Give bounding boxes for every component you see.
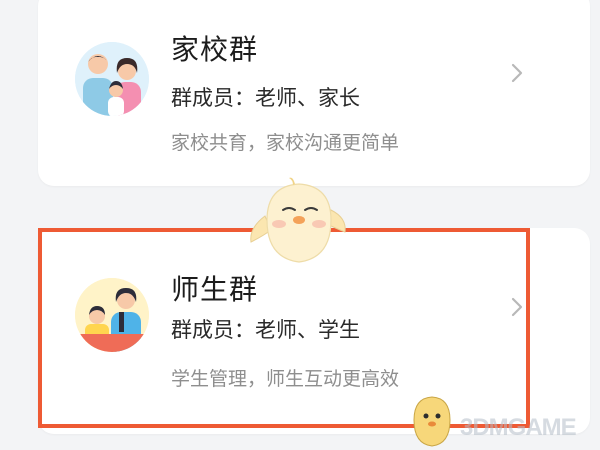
group-members: 群成员：老师、家长	[171, 86, 360, 110]
teacher-student-illustration-icon	[75, 278, 149, 352]
group-description: 学生管理，师生互动更高效	[171, 368, 400, 390]
chevron-right-icon	[511, 297, 523, 317]
chevron-right-icon	[511, 63, 523, 83]
family-illustration-icon	[75, 42, 149, 116]
chick-mascot-icon	[413, 396, 451, 447]
group-title: 家校群	[171, 33, 259, 66]
group-description: 家校共育，家校沟通更简单	[171, 132, 400, 154]
watermark-text: 3DMGAME	[460, 414, 577, 441]
group-title: 师生群	[171, 273, 259, 306]
chick-mascot-icon	[250, 177, 346, 263]
group-members: 群成员：老师、学生	[171, 318, 360, 342]
group-option-family-school[interactable]: 家校群 群成员：老师、家长 家校共育，家校沟通更简单	[38, 0, 590, 186]
